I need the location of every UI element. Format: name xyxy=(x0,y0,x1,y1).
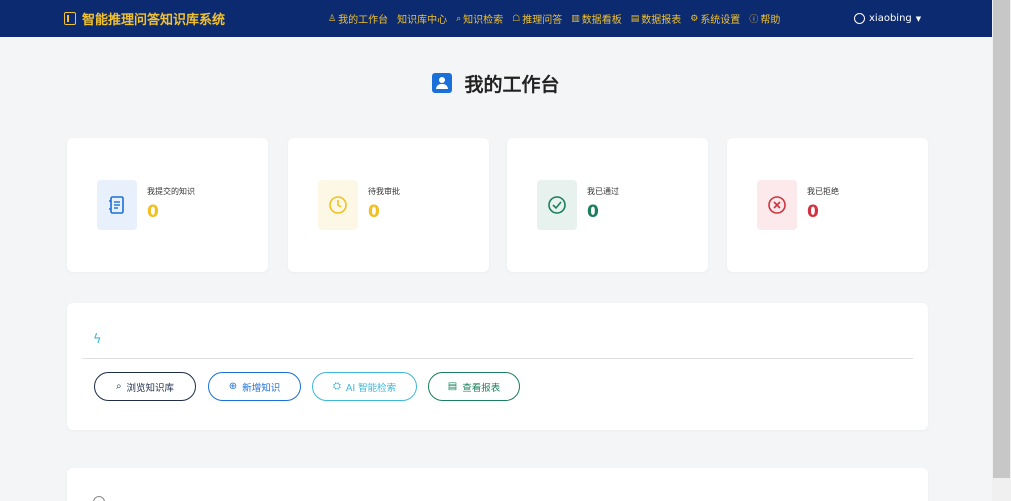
stat-icon-box xyxy=(318,180,358,230)
quick-actions-panel: ϟ ⌕ 浏览知识库 ⊕ 新增知识 ⛭ AI 智能检索 ▤ 查看报表 xyxy=(67,303,928,430)
nav-label: 帮助 xyxy=(760,15,781,26)
view-reports-button[interactable]: ▤ 查看报表 xyxy=(428,372,520,401)
nav-label: 我的工作台 xyxy=(338,15,389,26)
stat-value: 0 xyxy=(807,202,819,222)
nav-label: 推理问答 xyxy=(522,15,563,26)
stat-label: 我已拒绝 xyxy=(807,187,839,196)
chart-icon: ▥ xyxy=(571,13,580,24)
stat-card-submitted[interactable]: 我提交的知识 0 xyxy=(67,138,268,272)
lightning-icon: ϟ xyxy=(93,332,102,347)
button-label: 浏览知识库 xyxy=(126,382,175,394)
brand[interactable]: 智能推理问答知识库系统 xyxy=(64,0,225,37)
nav-item-reasoning-qa[interactable]: ☖ 推理问答 xyxy=(512,11,563,27)
nav-item-workbench[interactable]: ♙ 我的工作台 xyxy=(328,11,389,27)
check-icon xyxy=(548,196,566,214)
stat-value: 0 xyxy=(147,202,159,222)
page-header: 我的工作台 xyxy=(0,68,992,98)
book-icon xyxy=(64,12,76,25)
stat-value: 0 xyxy=(368,202,380,222)
robot-icon: ⛭ xyxy=(332,381,341,392)
page-title: 我的工作台 xyxy=(464,73,560,96)
nav-label: 系统设置 xyxy=(700,15,741,26)
info-icon xyxy=(93,496,105,501)
report-icon: ▤ xyxy=(630,13,640,24)
stat-label: 我已通过 xyxy=(587,187,619,196)
button-label: AI 智能检索 xyxy=(345,382,397,394)
stat-card-rejected[interactable]: 我已拒绝 0 xyxy=(727,138,928,272)
nav-item-knowledge-search[interactable]: ⌕ 知识检索 xyxy=(456,11,504,27)
nav-label: 知识库中心 xyxy=(397,15,448,26)
clock-icon xyxy=(329,196,347,214)
nav-item-help[interactable]: ⓘ 帮助 xyxy=(749,11,780,26)
nav-item-dashboard[interactable]: ▥ 数据看板 xyxy=(571,11,622,27)
divider xyxy=(82,358,913,359)
document-icon xyxy=(109,196,124,214)
scrollbar-thumb[interactable] xyxy=(993,0,1010,478)
user-menu[interactable]: xiaobing ▼ xyxy=(854,0,921,37)
nav-label: 数据报表 xyxy=(641,15,682,26)
secondary-panel xyxy=(67,468,928,501)
top-navbar: 智能推理问答知识库系统 ♙ 我的工作台 知识库中心 ⌕ 知识检索 ☖ 推理问答 ▥ 数据… xyxy=(0,0,992,37)
x-circle-icon xyxy=(768,196,786,214)
nav-menu: ♙ 我的工作台 知识库中心 ⌕ 知识检索 ☖ 推理问答 ▥ 数据看板 ▤ 数据报表 ⚙ 系统… xyxy=(328,0,789,37)
stat-card-approved[interactable]: 我已通过 0 xyxy=(507,138,708,272)
app-title: 智能推理问答知识库系统 xyxy=(82,13,226,28)
stat-value: 0 xyxy=(587,202,599,222)
browse-knowledge-button[interactable]: ⌕ 浏览知识库 xyxy=(94,372,196,401)
report-icon: ▤ xyxy=(447,381,458,392)
avatar-icon xyxy=(854,13,865,24)
nav-item-settings[interactable]: ⚙ 系统设置 xyxy=(690,11,741,27)
stat-label: 我提交的知识 xyxy=(147,187,195,196)
gear-icon: ⚙ xyxy=(690,13,699,24)
nav-label: 数据看板 xyxy=(581,15,622,26)
button-label: 查看报表 xyxy=(462,382,501,394)
stat-label: 待我审批 xyxy=(368,187,400,196)
plus-circle-icon: ⊕ xyxy=(228,381,238,392)
stat-card-pending[interactable]: 待我审批 0 xyxy=(288,138,489,272)
stat-icon-box xyxy=(537,180,577,230)
button-label: 新增知识 xyxy=(242,382,281,394)
search-icon: ⌕ xyxy=(456,13,462,24)
help-icon: ⓘ xyxy=(749,15,759,25)
add-knowledge-button[interactable]: ⊕ 新增知识 xyxy=(208,372,301,401)
username: xiaobing xyxy=(869,13,912,24)
nav-item-reports[interactable]: ▤ 数据报表 xyxy=(630,11,682,27)
user-icon: ♙ xyxy=(328,13,337,24)
stat-icon-box xyxy=(757,180,797,230)
search-icon: ⌕ xyxy=(115,381,122,392)
stat-icon-box xyxy=(97,180,137,230)
caret-down-icon: ▼ xyxy=(915,14,922,23)
user-badge-icon xyxy=(432,73,453,93)
nav-label: 知识检索 xyxy=(463,15,504,26)
scrollbar[interactable] xyxy=(992,0,1011,501)
robot-icon: ☖ xyxy=(512,13,521,24)
nav-item-knowledge-center[interactable]: 知识库中心 xyxy=(397,11,447,26)
ai-search-button[interactable]: ⛭ AI 智能检索 xyxy=(312,372,417,401)
